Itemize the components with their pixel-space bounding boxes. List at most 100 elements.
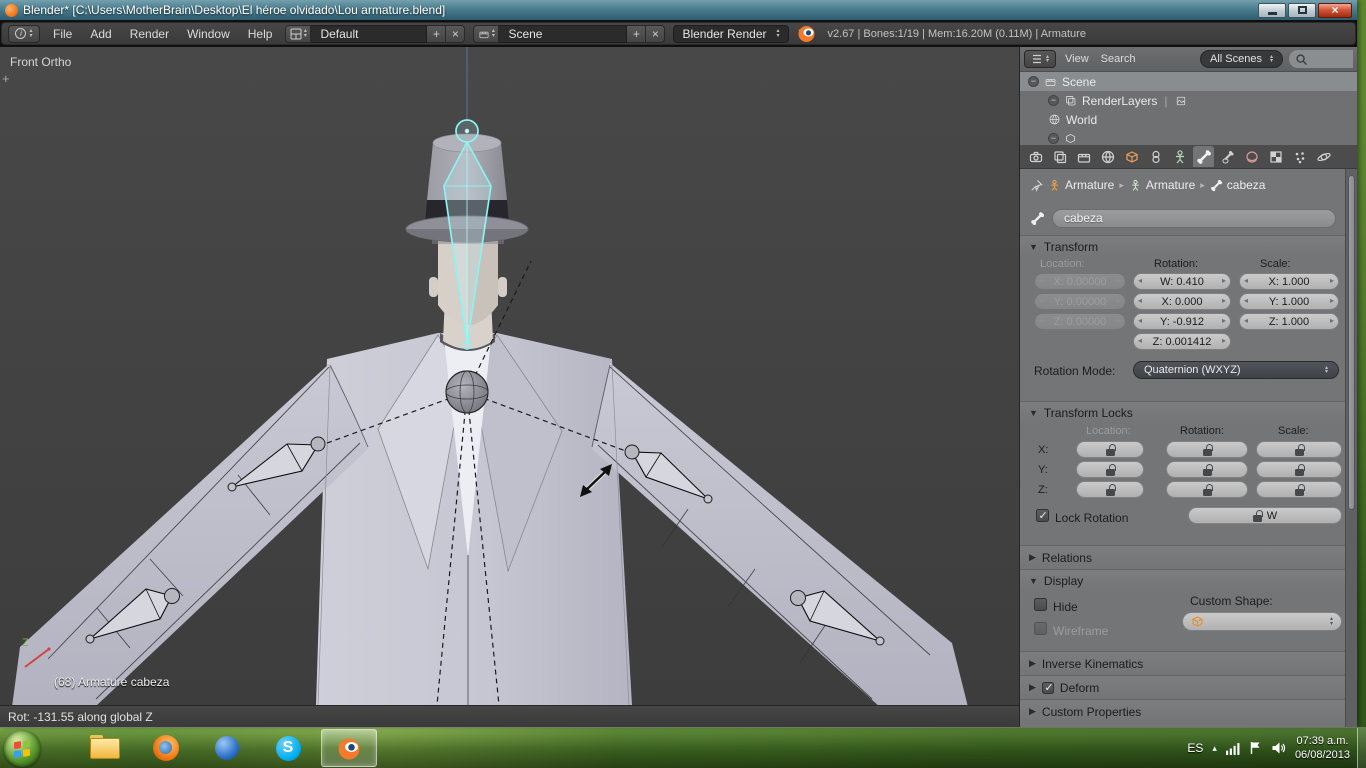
tab-scene[interactable] [1073,146,1094,167]
lock-scale-x-button[interactable] [1256,441,1342,458]
tab-bone[interactable] [1193,146,1214,167]
menu-render[interactable]: Render [125,27,174,41]
collapse-icon[interactable]: − [1048,95,1059,106]
lock-rotation-w-button[interactable]: W [1188,507,1342,524]
panel-display-header[interactable]: ▼ Display [1020,569,1346,591]
lock-scale-y-button[interactable] [1256,461,1342,478]
rotation-y-field[interactable]: Y: -0.912 [1133,313,1231,330]
lock-location-x-button[interactable] [1076,441,1144,458]
viewport-header[interactable]: Rot: -131.55 along global Z [0,705,1019,727]
outliner-item-partial[interactable]: − [1020,129,1357,145]
show-desktop-button[interactable] [1357,728,1366,768]
collapse-icon[interactable]: − [1048,133,1059,144]
tab-armature-data[interactable] [1169,146,1190,167]
region-expand-icon[interactable]: + [2,71,10,86]
lock-icon [1295,449,1304,456]
tab-physics[interactable] [1313,146,1334,167]
add-scene-button[interactable]: + [627,25,646,43]
taskbar-skype-button[interactable] [260,729,316,767]
maximize-button[interactable] [1288,3,1316,18]
menu-help[interactable]: Help [243,27,278,41]
rotation-mode-select[interactable]: Quaternion (WXYZ) ▴▾ [1133,361,1339,379]
collapse-icon[interactable]: − [1028,76,1039,87]
scale-z-field[interactable]: Z: 1.000 [1239,313,1339,330]
close-button[interactable]: × [1318,3,1352,18]
volume-icon[interactable] [1271,741,1286,755]
custom-shape-field[interactable]: ▴▾ [1182,612,1342,631]
lock-rotation-x-button[interactable] [1166,441,1248,458]
titlebar[interactable]: Blender* [C:\Users\MotherBrain\Desktop\E… [0,0,1357,20]
menu-file[interactable]: File [48,27,77,41]
panel-deform-header[interactable]: ▶ Deform [1020,675,1346,699]
menu-add[interactable]: Add [85,27,116,41]
tab-world[interactable] [1097,146,1118,167]
panel-expand-icon: ▶ [1029,706,1036,717]
clock[interactable]: 07:39 a.m. 06/08/2013 [1295,734,1350,762]
properties-scrollbar[interactable] [1345,169,1357,727]
panel-transform-locks-header[interactable]: ▼ Transform Locks [1020,401,1346,423]
breadcrumb-object[interactable]: Armature [1048,178,1114,192]
start-button[interactable] [4,730,41,767]
browse-scenes-button[interactable]: ▴▾ [473,25,499,43]
wireframe-checkbox[interactable] [1034,622,1047,635]
scale-x-field[interactable]: X: 1.000 [1239,273,1339,290]
rotation-x-field[interactable]: X: 0.000 [1133,293,1231,310]
rotation-z-field[interactable]: Z: 0.001412 [1133,333,1231,350]
delete-screen-button[interactable]: × [446,25,465,43]
pin-icon[interactable] [1030,179,1043,192]
action-center-flag-icon[interactable] [1249,741,1262,755]
render-engine-select[interactable]: Blender Render ▴▾ [673,25,788,43]
panel-transform-header[interactable]: ▼ Transform [1020,235,1346,257]
panel-custom-properties-header[interactable]: ▶ Custom Properties [1020,699,1346,723]
tab-material[interactable] [1241,146,1262,167]
add-screen-button[interactable]: + [427,25,446,43]
outliner-search-field[interactable] [1289,50,1353,68]
3d-viewport[interactable]: Z Front Ortho + (68) Armature cabeza [0,47,1019,705]
lock-rotation-checkbox[interactable] [1036,509,1049,522]
tab-texture[interactable] [1265,146,1286,167]
taskbar-blender-button[interactable] [321,729,377,767]
delete-scene-button[interactable]: × [646,25,665,43]
menu-window[interactable]: Window [182,27,235,41]
scale-y-field[interactable]: Y: 1.000 [1239,293,1339,310]
breadcrumb-bone[interactable]: cabeza [1210,178,1266,192]
deform-checkbox[interactable] [1042,682,1054,694]
outliner-item-scene[interactable]: − Scene [1020,72,1357,91]
outliner-search-menu[interactable]: Search [1098,53,1139,65]
network-icon[interactable] [1226,742,1240,755]
taskbar-explorer-button[interactable] [77,729,133,767]
bone-name-field[interactable]: cabeza [1052,209,1336,228]
tab-particles[interactable] [1289,146,1310,167]
taskbar-firefox-button[interactable] [138,729,194,767]
minimize-button[interactable] [1258,3,1286,18]
tab-object[interactable] [1121,146,1142,167]
panel-inverse-kinematics-header[interactable]: ▶ Inverse Kinematics [1020,651,1346,675]
lock-location-y-button[interactable] [1076,461,1144,478]
lock-rotation-z-button[interactable] [1166,481,1248,498]
rotation-w-field[interactable]: W: 0.410 [1133,273,1231,290]
outliner-editor-type-button[interactable]: ▴▾ [1024,50,1056,68]
language-indicator[interactable]: ES [1187,741,1203,755]
breadcrumb-armature-data[interactable]: Armature [1129,178,1195,192]
lock-scale-z-button[interactable] [1256,481,1342,498]
taskbar-blue-app-button[interactable] [199,729,255,767]
screen-layout-field[interactable]: Default [311,25,427,43]
outliner-item-world[interactable]: World [1020,110,1357,129]
lock-location-z-button[interactable] [1076,481,1144,498]
scene-name-field[interactable]: Scene [499,25,627,43]
lock-rotation-y-button[interactable] [1166,461,1248,478]
hidden-icons-arrow[interactable]: ▴ [1212,743,1217,754]
hide-checkbox[interactable] [1034,598,1047,611]
browse-screens-button[interactable]: ▴▾ [285,25,311,43]
outliner-item-renderlayers[interactable]: − RenderLayers | [1020,91,1357,110]
tab-render[interactable] [1025,146,1046,167]
tab-bone-constraints[interactable] [1217,146,1238,167]
scrollbar-thumb[interactable] [1348,175,1355,510]
editor-type-button[interactable]: i ▴▾ [8,25,40,43]
outliner-view-menu[interactable]: View [1062,53,1092,65]
breadcrumb-label: Armature [1065,178,1114,192]
outliner-display-filter[interactable]: All Scenes ▴▾ [1200,50,1283,68]
tab-render-layers[interactable] [1049,146,1070,167]
panel-relations-header[interactable]: ▶ Relations [1020,545,1346,569]
tab-constraints[interactable] [1145,146,1166,167]
